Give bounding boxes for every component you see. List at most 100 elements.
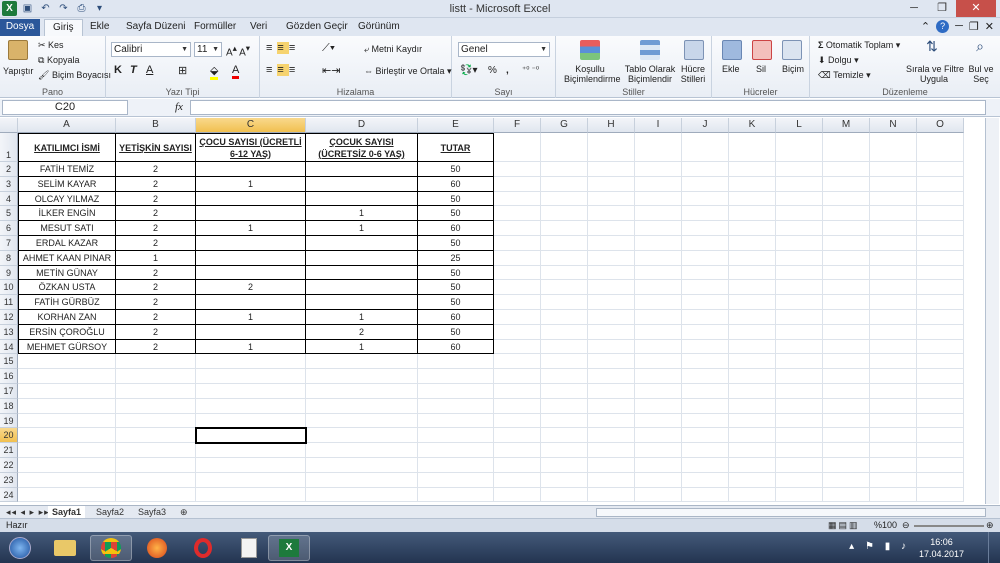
cell[interactable] (588, 221, 635, 236)
cell[interactable] (823, 133, 870, 162)
table-cell[interactable]: 2 (116, 206, 196, 222)
cell[interactable] (635, 133, 682, 162)
font-color-icon[interactable]: A (232, 64, 240, 79)
cell[interactable] (18, 354, 116, 370)
format-cells-button[interactable]: Biçim (782, 64, 804, 74)
cell[interactable] (494, 221, 541, 236)
cell[interactable] (682, 369, 729, 384)
firefox-icon[interactable] (136, 535, 178, 561)
cell[interactable] (541, 428, 588, 444)
cell[interactable] (729, 310, 776, 325)
cell[interactable] (588, 310, 635, 325)
cell[interactable] (494, 472, 541, 488)
cell[interactable] (494, 250, 541, 266)
table-cell[interactable]: ERDAL KAZAR (18, 236, 116, 251)
table-cell[interactable]: 1 (306, 310, 418, 325)
cell[interactable] (418, 428, 494, 444)
cell[interactable] (306, 487, 418, 503)
cell[interactable] (635, 369, 682, 384)
cell[interactable] (418, 413, 494, 429)
row-header-20[interactable]: 20 (0, 428, 18, 444)
cell[interactable] (917, 295, 964, 310)
cell[interactable] (588, 487, 635, 503)
row-header-19[interactable]: 19 (0, 413, 18, 429)
workbook-restore-icon[interactable]: ❐ (969, 20, 979, 33)
cell-styles-button[interactable]: Hücre Stilleri (676, 64, 710, 84)
cell[interactable] (635, 191, 682, 207)
cell[interactable] (823, 221, 870, 236)
cell[interactable] (196, 487, 306, 503)
table-cell[interactable] (196, 324, 306, 340)
cell[interactable] (588, 324, 635, 340)
table-cell[interactable]: 2 (116, 236, 196, 251)
cell[interactable] (682, 428, 729, 444)
cell[interactable] (682, 221, 729, 236)
cell[interactable] (917, 369, 964, 384)
table-cell[interactable]: 2 (116, 221, 196, 236)
cell[interactable] (541, 339, 588, 355)
cell[interactable] (729, 458, 776, 473)
table-cell[interactable]: 60 (418, 310, 494, 325)
cell[interactable] (635, 206, 682, 222)
chrome-icon[interactable] (90, 535, 132, 561)
cell[interactable] (18, 458, 116, 473)
cell[interactable] (541, 221, 588, 236)
cell[interactable] (682, 176, 729, 192)
column-header-j[interactable]: J (682, 118, 729, 133)
cell[interactable] (729, 295, 776, 310)
cell[interactable] (682, 472, 729, 488)
cell[interactable] (635, 324, 682, 340)
minimize-icon[interactable]: ─ (900, 0, 928, 17)
tab-insert[interactable]: Ekle (82, 19, 117, 36)
cell[interactable] (776, 236, 823, 251)
cell[interactable] (588, 428, 635, 444)
row-header-12[interactable]: 12 (0, 310, 18, 325)
cell[interactable] (682, 162, 729, 177)
cell[interactable] (635, 472, 682, 488)
table-cell[interactable]: 2 (116, 280, 196, 296)
sort-filter-button[interactable]: Sırala ve Filtre Uygula (906, 64, 964, 84)
cell[interactable] (116, 369, 196, 384)
cell[interactable] (729, 472, 776, 488)
cell[interactable] (870, 413, 917, 429)
cell[interactable] (196, 443, 306, 458)
horizontal-scrollbar[interactable] (596, 508, 986, 517)
table-cell[interactable]: FATİH TEMİZ (18, 162, 116, 177)
table-cell[interactable] (196, 206, 306, 222)
conditional-formatting-icon[interactable] (580, 40, 600, 60)
cell[interactable] (776, 472, 823, 488)
cell[interactable] (116, 472, 196, 488)
clear-button[interactable]: ⌫ Temizle ▾ (818, 70, 871, 81)
cell[interactable] (682, 487, 729, 503)
table-cell[interactable]: ERSİN ÇOROĞLU (18, 324, 116, 340)
cell[interactable] (917, 428, 964, 444)
cell[interactable] (541, 295, 588, 310)
view-mode-icons[interactable]: ▦▤▥ (828, 520, 860, 531)
cell[interactable] (682, 458, 729, 473)
cell[interactable] (116, 443, 196, 458)
table-cell[interactable] (306, 162, 418, 177)
cell[interactable] (306, 369, 418, 384)
underline-button[interactable]: A (146, 64, 153, 76)
cell[interactable] (494, 487, 541, 503)
document-app-icon[interactable] (228, 535, 270, 561)
table-cell[interactable]: 1 (196, 310, 306, 325)
orientation-icon[interactable]: ⟋▾ (322, 42, 335, 55)
delete-cells-icon[interactable] (752, 40, 772, 60)
cell[interactable] (635, 487, 682, 503)
cell[interactable] (196, 413, 306, 429)
zoom-slider[interactable] (914, 525, 984, 527)
table-cell[interactable]: 2 (116, 265, 196, 281)
cell[interactable] (588, 133, 635, 162)
cell[interactable] (776, 206, 823, 222)
table-cell[interactable]: 25 (418, 250, 494, 266)
cell[interactable] (18, 443, 116, 458)
cell[interactable] (494, 176, 541, 192)
cell[interactable] (494, 354, 541, 370)
cell[interactable] (494, 369, 541, 384)
table-cell[interactable]: FATİH GÜRBÜZ (18, 295, 116, 310)
cell[interactable] (870, 133, 917, 162)
function-icon[interactable]: fx (175, 101, 183, 113)
row-header-9[interactable]: 9 (0, 265, 18, 281)
autosum-button[interactable]: Σ Otomatik Toplam ▾ (818, 40, 900, 51)
